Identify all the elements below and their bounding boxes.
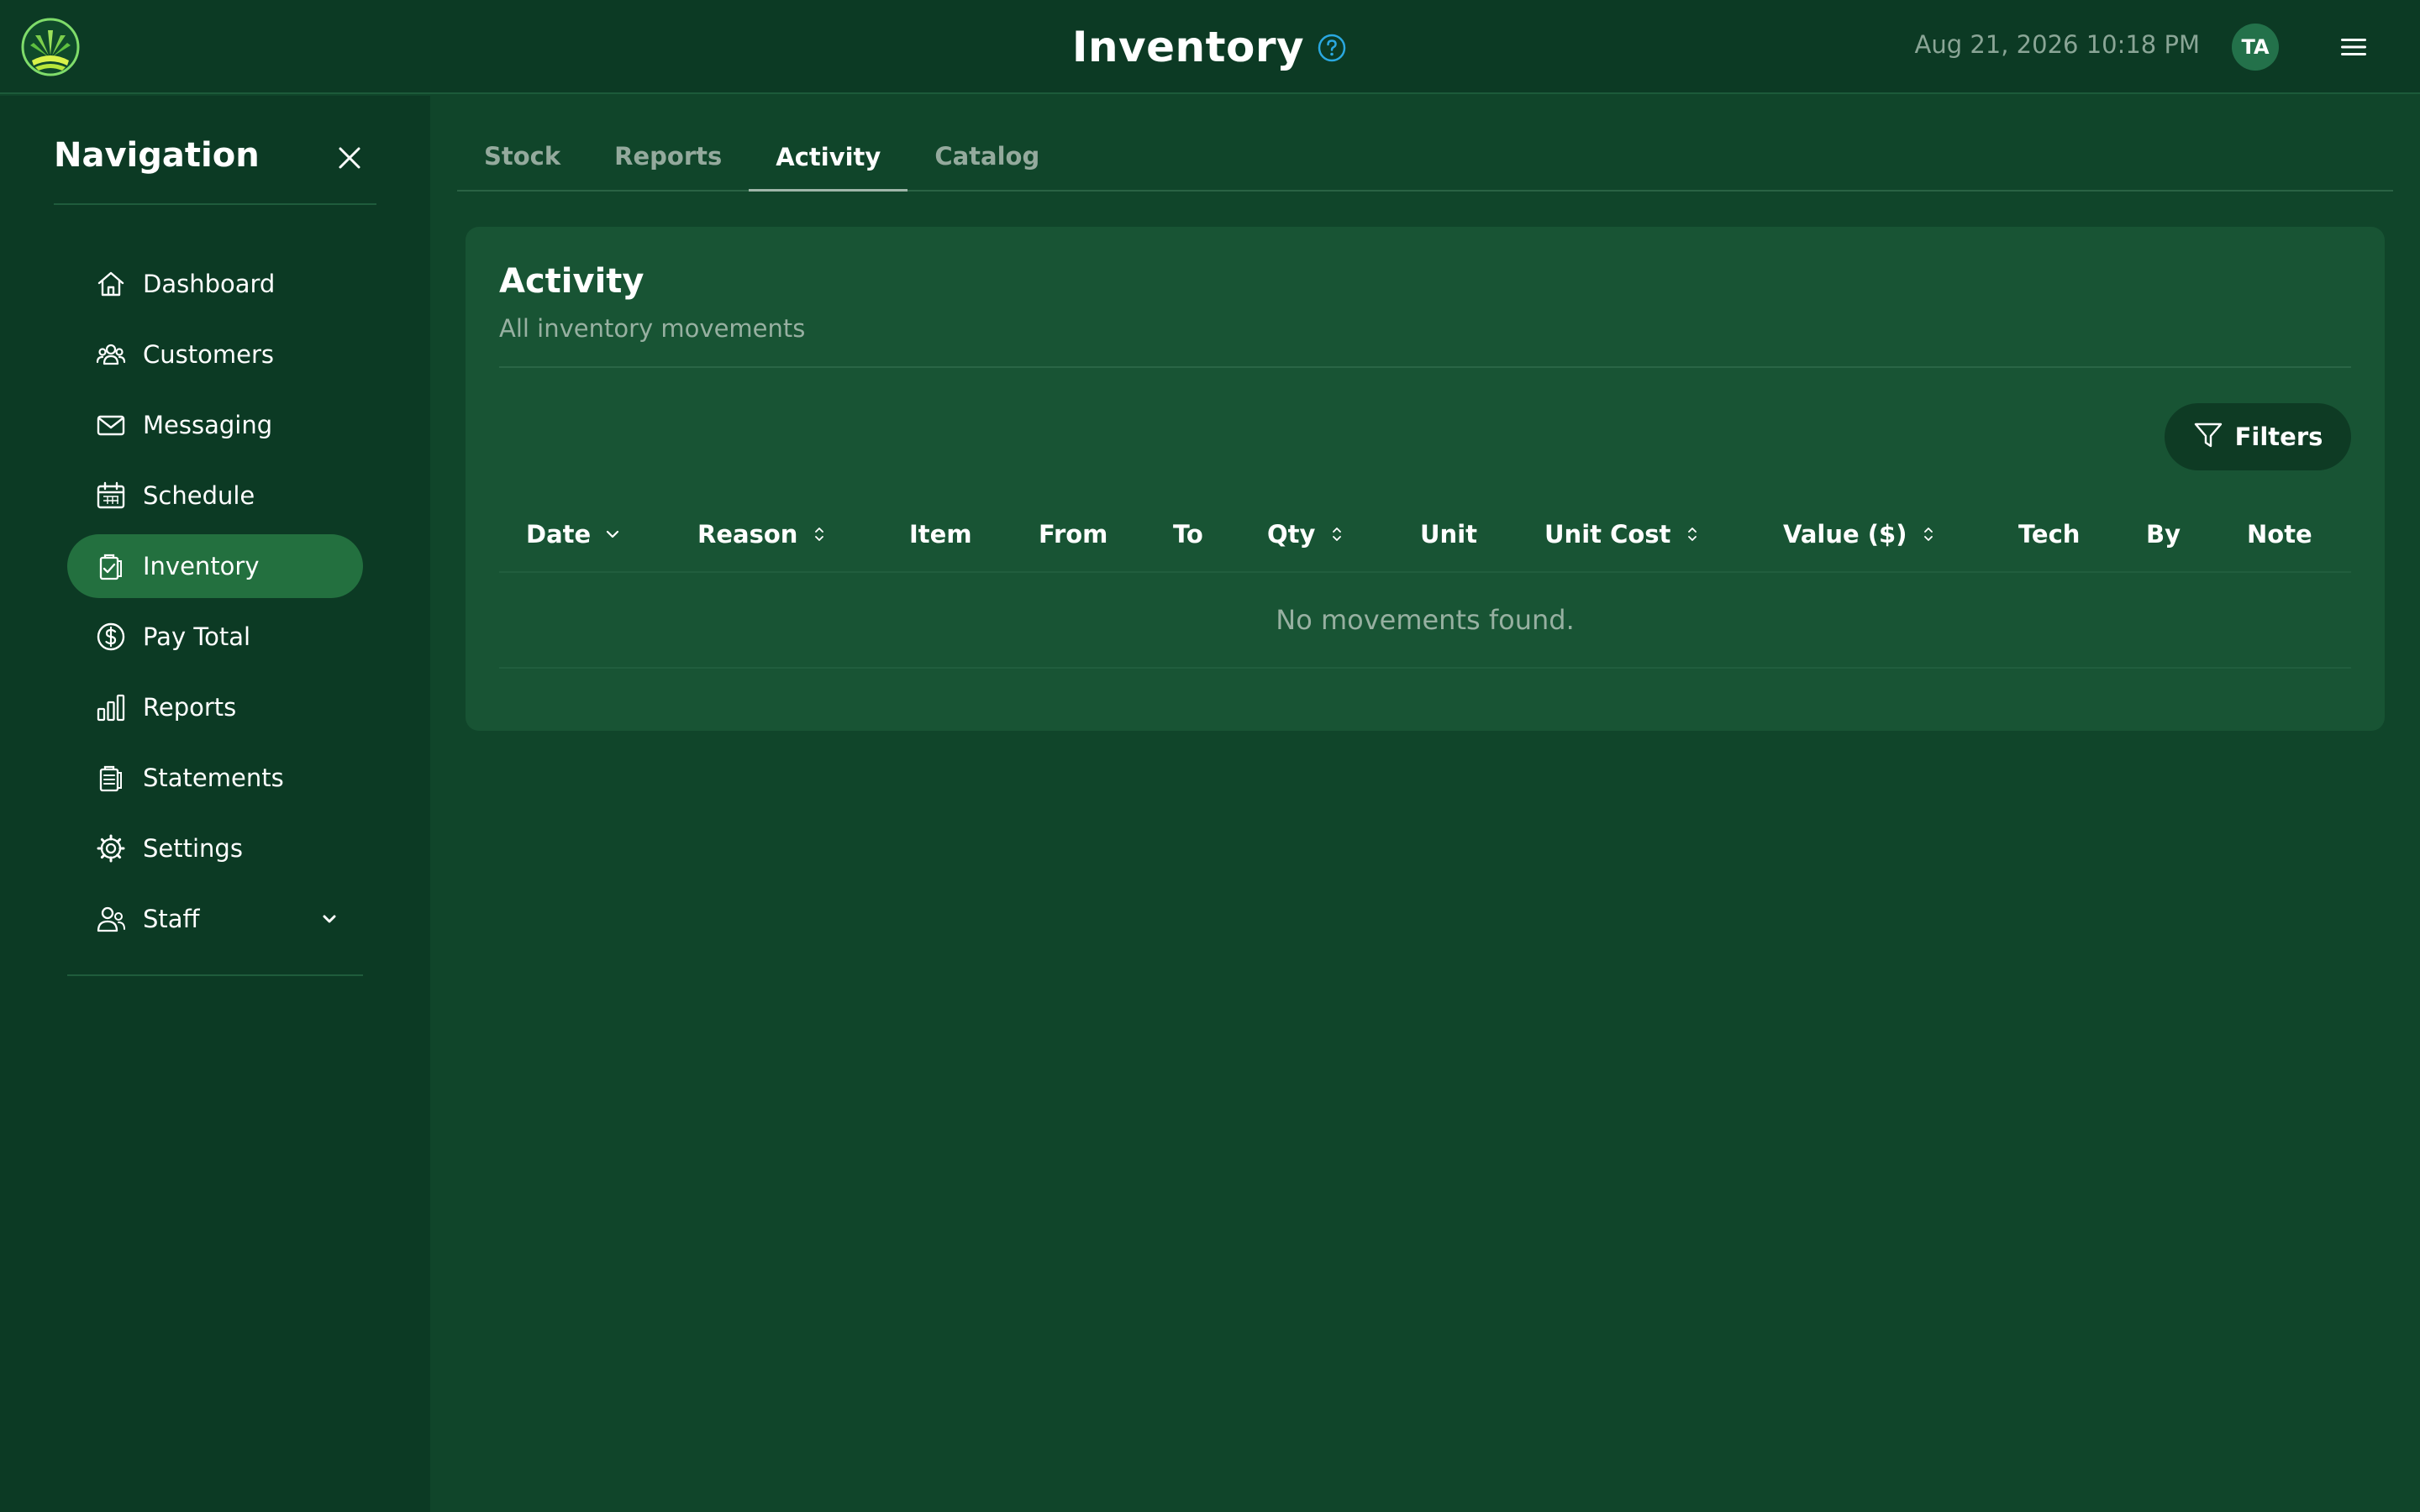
sidebar-item-label: Dashboard (143, 270, 276, 298)
column-label: Note (2247, 520, 2312, 549)
sidebar-item-label: Statements (143, 764, 284, 792)
sidebar: Navigation Dashboard Customers Messaging (0, 96, 430, 1512)
column-header-value[interactable]: Value ($) (1783, 497, 1937, 571)
sidebar-item-customers[interactable]: Customers (67, 323, 363, 386)
sidebar-item-reports[interactable]: Reports (67, 675, 363, 739)
inventory-tabs: Stock Reports Activity Catalog (457, 124, 2393, 192)
column-header-to[interactable]: To (1173, 497, 1203, 571)
table-header: Date Reason Item From To Qty Unit Unit C… (499, 497, 2351, 573)
avatar[interactable]: TA (2232, 24, 2279, 71)
gear-icon (94, 832, 128, 865)
user-staff-icon (94, 902, 128, 936)
column-header-tech[interactable]: Tech (2018, 497, 2080, 571)
sidebar-divider (54, 203, 376, 205)
column-label: By (2146, 520, 2181, 549)
sidebar-item-label: Schedule (143, 481, 255, 510)
column-header-by[interactable]: By (2146, 497, 2181, 571)
clipboard-check-icon (94, 549, 128, 583)
sort-icon (1920, 523, 1937, 545)
grass-logo-icon[interactable] (20, 17, 81, 77)
column-header-date[interactable]: Date (526, 497, 621, 571)
close-icon[interactable] (333, 141, 366, 175)
page-title: Inventory (1071, 23, 1305, 71)
column-label: Unit Cost (1544, 520, 1671, 549)
users-group-icon (94, 338, 128, 371)
column-label: Date (526, 520, 592, 549)
sidebar-title: Navigation (54, 136, 260, 175)
column-header-note[interactable]: Note (2247, 497, 2312, 571)
filter-funnel-icon (2193, 420, 2223, 454)
sort-icon (1328, 523, 1345, 545)
sidebar-item-label: Pay Total (143, 622, 251, 651)
sidebar-nav: Dashboard Customers Messaging Schedule I… (67, 252, 363, 958)
column-label: Unit (1420, 520, 1477, 549)
column-header-unit-cost[interactable]: Unit Cost (1544, 497, 1701, 571)
column-header-reason[interactable]: Reason (697, 497, 828, 571)
sidebar-divider (67, 974, 363, 976)
chevron-down-icon[interactable] (316, 906, 343, 932)
bar-chart-icon (94, 690, 128, 724)
sidebar-item-settings[interactable]: Settings (67, 816, 363, 880)
activity-card: Activity All inventory movements Filters… (466, 227, 2385, 731)
column-header-unit[interactable]: Unit (1420, 497, 1477, 571)
card-subtitle: All inventory movements (499, 314, 806, 343)
help-circle-icon[interactable] (1316, 32, 1348, 64)
sidebar-item-statements[interactable]: Statements (67, 746, 363, 810)
document-list-icon (94, 761, 128, 795)
filters-button[interactable]: Filters (2165, 403, 2351, 470)
column-header-from[interactable]: From (1039, 497, 1107, 571)
sidebar-item-label: Reports (143, 693, 237, 722)
sidebar-item-label: Customers (143, 340, 274, 369)
sort-desc-icon (604, 523, 621, 545)
sort-icon (1684, 523, 1701, 545)
sidebar-item-staff[interactable]: Staff (67, 887, 363, 951)
sidebar-item-label: Staff (143, 905, 200, 933)
column-label: From (1039, 520, 1108, 549)
sidebar-item-inventory[interactable]: Inventory (67, 534, 363, 598)
column-label: To (1173, 520, 1203, 549)
sidebar-item-label: Settings (143, 834, 243, 863)
column-label: Reason (697, 520, 798, 549)
column-header-qty[interactable]: Qty (1267, 497, 1345, 571)
filters-label: Filters (2234, 423, 2323, 451)
sort-icon (811, 523, 828, 545)
header-datetime: Aug 21, 2026 10:18 PM (1914, 30, 2200, 59)
sidebar-item-pay-total[interactable]: Pay Total (67, 605, 363, 669)
column-label: Tech (2018, 520, 2081, 549)
tab-stock[interactable]: Stock (457, 123, 587, 190)
sidebar-item-dashboard[interactable]: Dashboard (67, 252, 363, 316)
tab-catalog[interactable]: Catalog (908, 123, 1066, 190)
top-header: Inventory Aug 21, 2026 10:18 PM TA (0, 0, 2420, 94)
hamburger-menu-icon[interactable] (2333, 30, 2375, 64)
sidebar-item-messaging[interactable]: Messaging (67, 393, 363, 457)
card-title: Activity (499, 262, 644, 301)
dollar-circle-icon (94, 620, 128, 654)
empty-state-message: No movements found. (499, 573, 2351, 669)
card-divider (499, 366, 2351, 368)
mail-icon (94, 408, 128, 442)
column-label: Value ($) (1783, 520, 1907, 549)
sidebar-item-schedule[interactable]: Schedule (67, 464, 363, 528)
sidebar-item-label: Messaging (143, 411, 273, 439)
calendar-icon (94, 479, 128, 512)
column-label: Item (909, 520, 972, 549)
tab-activity[interactable]: Activity (749, 124, 908, 192)
column-header-item[interactable]: Item (909, 497, 972, 571)
column-label: Qty (1267, 520, 1316, 549)
tab-reports[interactable]: Reports (587, 123, 749, 190)
home-icon (94, 267, 128, 301)
sidebar-item-label: Inventory (143, 552, 260, 580)
